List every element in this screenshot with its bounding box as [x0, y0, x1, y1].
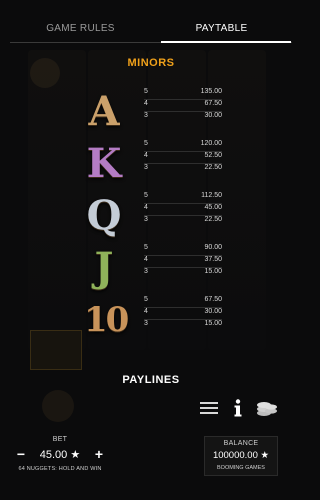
paytable-row: A 5 135.00 4 67.50 3 30.00 [0, 86, 302, 142]
minors-title: MINORS [127, 57, 175, 69]
provider-name: BOOMING GAMES [217, 465, 265, 471]
game-name: 64 NUGGETS: HOLD AND WIN [18, 466, 102, 472]
bet-label: BET [52, 436, 68, 443]
menu-icon[interactable] [197, 397, 221, 419]
pay-value: 30.00 [204, 112, 222, 119]
pay-value: 22.50 [204, 216, 222, 223]
paytable-row: K 5 120.00 4 52.50 3 22.50 [0, 138, 302, 194]
paylines-title: PAYLINES [122, 374, 180, 386]
balance-value: 100000.00 ★ [212, 450, 270, 461]
bet-increase-button[interactable]: + [92, 446, 106, 462]
balance-label: BALANCE [223, 440, 259, 447]
balance-panel: BALANCE 100000.00 ★ BOOMING GAMES [204, 436, 278, 476]
symbol-j: J [94, 244, 114, 291]
paytable-row: J 5 90.00 4 37.50 3 15.00 [0, 242, 302, 298]
pay-count: 3 [144, 216, 148, 223]
background-coin [42, 390, 74, 422]
symbol-10: 10 [84, 300, 129, 340]
tab-active-indicator [161, 41, 291, 43]
pay-value: 22.50 [204, 164, 222, 171]
paytable-row: 10 5 67.50 4 30.00 3 15.00 [0, 294, 302, 350]
symbol-k: K [86, 140, 122, 187]
bet-value: 45.00 ★ [39, 448, 81, 461]
pay-count: 3 [144, 164, 148, 171]
symbol-q: Q [86, 192, 122, 239]
bet-decrease-button[interactable]: − [14, 446, 28, 462]
symbol-a: A [88, 88, 120, 135]
pay-count: 3 [144, 268, 148, 275]
pay-value: 15.00 [204, 268, 222, 275]
pay-value: 15.00 [204, 320, 222, 327]
pay-count: 3 [144, 112, 148, 119]
pay-count: 3 [144, 320, 148, 327]
tab-bar: GAME RULES PAYTABLE [10, 18, 292, 44]
info-icon[interactable] [226, 397, 250, 419]
tab-game-rules[interactable]: GAME RULES [10, 18, 151, 44]
bet-panel: BET − 45.00 ★ + 64 NUGGETS: HOLD AND WIN [14, 436, 106, 472]
coin-stack-icon[interactable] [255, 397, 279, 419]
paytable-row: Q 5 112.50 4 45.00 3 22.50 [0, 190, 302, 246]
